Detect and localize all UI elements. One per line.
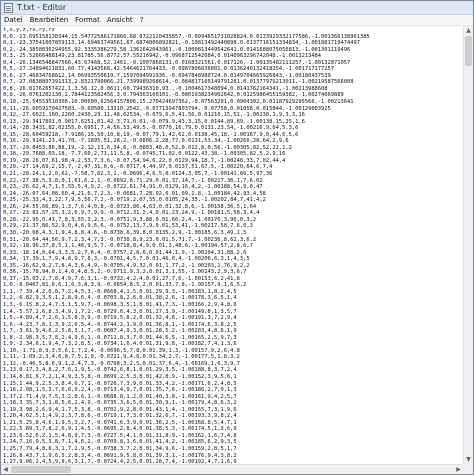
size-grip[interactable] [463,464,473,474]
horizontal-scrollbar[interactable]: ◀ ▶ [1,464,463,474]
scroll-down-arrow-icon[interactable]: ▼ [464,455,473,464]
horizontal-scroll-thumb[interactable] [11,466,71,473]
title-bar[interactable]: T.txt - Editor [1,1,473,15]
window-title: T.txt - Editor [17,3,67,12]
menu-datei[interactable]: Datei [4,16,23,24]
text-editor-area[interactable]: t,x,y,z,rx,ry,rz 0,0,-23.695158130344,15… [1,26,463,464]
menu-help[interactable]: ? [140,16,144,24]
scroll-left-arrow-icon[interactable]: ◀ [1,465,10,474]
scroll-right-arrow-icon[interactable]: ▶ [454,465,463,474]
menu-format[interactable]: Format [75,16,100,24]
notepad-icon [4,2,13,13]
editor-window: T.txt - Editor Datei Bearbeiten Format A… [0,0,474,475]
menu-bar: Datei Bearbeiten Format Ansicht ? [1,15,473,26]
menu-ansicht[interactable]: Ansicht [107,16,133,24]
vertical-scrollbar[interactable]: ▲ ▼ [463,26,473,464]
document-text: t,x,y,z,rx,ry,rz 0,0,-23.695158130344,15… [3,27,370,464]
scroll-up-arrow-icon[interactable]: ▲ [464,26,473,35]
menu-bearbeiten[interactable]: Bearbeiten [30,16,68,24]
vertical-scroll-thumb[interactable] [465,36,472,66]
